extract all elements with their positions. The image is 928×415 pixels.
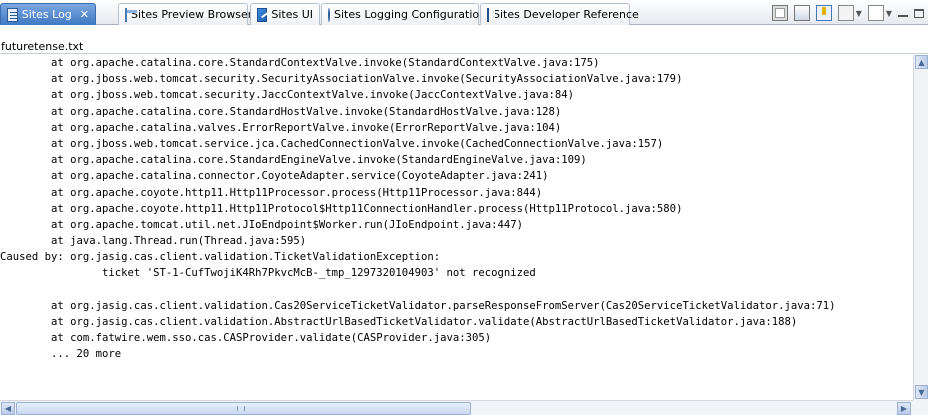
scrollbar-corner [913, 400, 928, 415]
tab-label: Sites Log [21, 8, 72, 21]
close-icon[interactable]: ✕ [80, 8, 89, 21]
console-line: at com.fatwire.wem.sso.cas.CASProvider.v… [0, 332, 492, 345]
console-line: at org.apache.coyote.http11.Http11Proces… [0, 186, 543, 199]
console-line: Caused by: org.jasig.cas.client.validati… [0, 251, 441, 264]
tab-label: Sites Preview Browser [131, 8, 253, 21]
vertical-scrollbar[interactable]: ▲ ▼ [913, 55, 928, 400]
console-line: at java.lang.Thread.run(Thread.java:595) [0, 235, 307, 248]
tab-sites-preview-browser[interactable]: Sites Preview Browser [118, 3, 252, 25]
display-console-icon[interactable] [837, 5, 854, 21]
console-line: at org.apache.coyote.http11.Http11Protoc… [0, 202, 683, 215]
browser-icon [125, 7, 137, 22]
console-line: ... 20 more [0, 348, 122, 361]
console-line: at org.apache.catalina.core.StandardHost… [0, 105, 562, 118]
scroll-grip-icon [237, 406, 245, 411]
console-line: ticket 'ST-1-CufTwojiK4Rh7PkvcMcB-_tmp_1… [0, 267, 536, 280]
scroll-left-arrow-icon[interactable]: ◀ [1, 402, 15, 415]
console-line: at org.apache.catalina.valves.ErrorRepor… [0, 121, 562, 134]
tab-label: Sites Logging Configuration [334, 8, 487, 21]
console-line: at org.jboss.web.tomcat.security.Securit… [0, 73, 683, 86]
console-line: at org.jasig.cas.client.validation.Abstr… [0, 316, 798, 328]
clear-console-icon[interactable] [771, 5, 788, 21]
new-console-icon[interactable] [867, 5, 884, 21]
console-line: at org.apache.tomcat.util.net.JIoEndpoin… [0, 218, 523, 231]
tab-label: Sites Developer Reference [493, 8, 639, 21]
sites-ui-icon [257, 7, 268, 22]
reference-icon [487, 7, 495, 22]
console-line: at org.jboss.web.tomcat.service.jca.Cach… [0, 137, 664, 150]
maximize-icon[interactable] [914, 8, 924, 18]
log-file-name: futuretense.txt [0, 40, 928, 54]
scroll-lock-icon[interactable] [793, 5, 810, 21]
horizontal-scroll-thumb[interactable] [16, 402, 471, 415]
tab-label: Sites UI [271, 8, 313, 21]
console-line: at org.jasig.cas.client.validation.Cas20… [0, 299, 836, 312]
console-line: at org.apache.catalina.connector.CoyoteA… [0, 170, 549, 183]
console-output[interactable]: at org.apache.catalina.core.StandardCont… [0, 55, 913, 400]
minimize-icon[interactable] [898, 15, 908, 17]
view-tab-bar: Sites Log ✕ Sites Preview Browser Sites … [0, 0, 928, 25]
log-icon [7, 7, 18, 22]
horizontal-scrollbar[interactable]: ◀ ▶ [0, 400, 913, 415]
config-icon [328, 7, 330, 22]
console-line: at org.apache.catalina.core.StandardCont… [0, 57, 600, 69]
scroll-right-arrow-icon[interactable]: ▶ [897, 402, 911, 415]
console-toolbar: ▼ ▼ [771, 4, 928, 22]
scroll-up-arrow-icon[interactable]: ▲ [915, 55, 928, 69]
console-line: at org.apache.catalina.core.StandardEngi… [0, 154, 587, 167]
console-line: at org.jboss.web.tomcat.security.JaccCon… [0, 89, 575, 102]
chevron-down-icon[interactable]: ▼ [886, 9, 892, 18]
pin-console-icon[interactable] [815, 5, 832, 21]
tab-sites-ui[interactable]: Sites UI [250, 3, 320, 25]
tab-sites-logging-configuration[interactable]: Sites Logging Configuration [321, 3, 486, 25]
scroll-down-arrow-icon[interactable]: ▼ [915, 385, 928, 399]
chevron-down-icon[interactable]: ▼ [856, 9, 862, 18]
tab-sites-developer-reference[interactable]: Sites Developer Reference [480, 3, 639, 25]
tab-sites-log[interactable]: Sites Log ✕ [0, 3, 96, 25]
